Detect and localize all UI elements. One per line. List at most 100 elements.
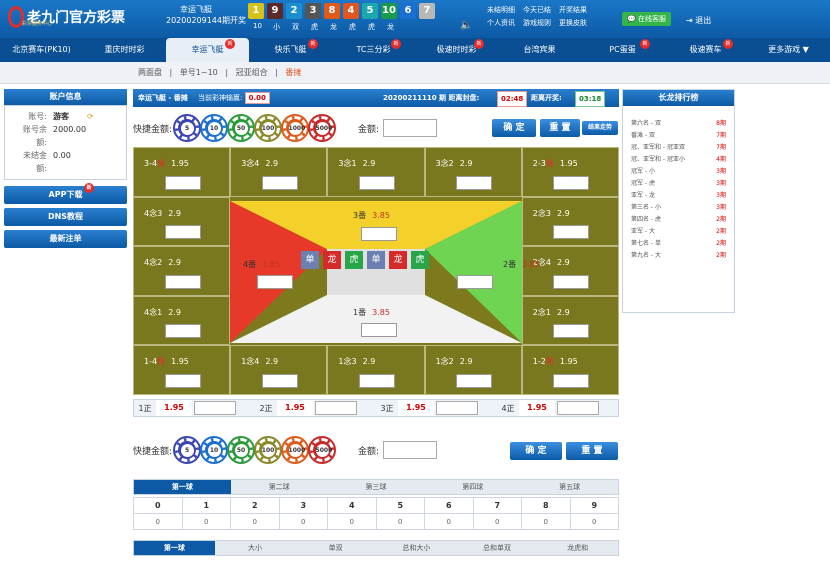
nav-tab[interactable]: PC蛋蛋新	[581, 38, 664, 62]
right-cell[interactable]: 2念4 2.9	[521, 246, 619, 296]
speaker-icon[interactable]: 🔈	[460, 20, 472, 31]
center-tile[interactable]: 虎	[345, 251, 363, 269]
fan-amount-input[interactable]	[361, 323, 397, 337]
cell-amount-input[interactable]	[164, 323, 201, 338]
cell-amount-input[interactable]	[456, 374, 493, 388]
cell-amount-input[interactable]	[553, 323, 590, 338]
center-tile[interactable]: 龙	[389, 251, 407, 269]
cell-amount-input[interactable]	[456, 176, 493, 190]
bottom-cell[interactable]: 1念4 2.9	[230, 345, 328, 395]
zheng-amount-input[interactable]	[194, 401, 236, 415]
nav-tab[interactable]: 幸运飞艇新	[166, 38, 249, 62]
zheng-cell[interactable]: 1正 1.95	[134, 400, 255, 416]
cell-amount-input[interactable]	[164, 225, 201, 240]
left-cell[interactable]: 4念1 2.9	[133, 295, 231, 345]
zheng-cell[interactable]: 2正 1.95	[255, 400, 376, 416]
stat-tab[interactable]: 第一球	[134, 541, 215, 555]
zheng-cell[interactable]: 4正 1.95	[497, 400, 618, 416]
cell-amount-input[interactable]	[553, 274, 590, 289]
stat-tab[interactable]: 总和单双	[457, 541, 538, 555]
left-cell[interactable]: 4念2 2.9	[133, 246, 231, 296]
nav-tab[interactable]: 更多游戏 ▼	[747, 38, 830, 62]
top-cell[interactable]: 3-4角 1.95	[133, 147, 231, 197]
stat-tab[interactable]: 总和大小	[376, 541, 457, 555]
logout-button[interactable]: ⇥ 退出	[686, 15, 711, 26]
amount-input[interactable]	[383, 441, 438, 459]
cell-amount-input[interactable]	[553, 225, 590, 240]
zheng-amount-input[interactable]	[436, 401, 478, 415]
fan-4[interactable]: 4番 3.85	[243, 259, 280, 270]
result-trend-button[interactable]: 结果走势	[582, 121, 618, 135]
amount-input[interactable]	[383, 119, 438, 137]
link-profile[interactable]: 个人资讯	[487, 19, 515, 27]
bottom-cell[interactable]: 1-2角 1.95	[521, 345, 619, 395]
bottom-cell[interactable]: 1念3 2.9	[327, 345, 425, 395]
top-cell[interactable]: 3念2 2.9	[424, 147, 522, 197]
chip-100[interactable]: 100	[254, 114, 283, 142]
center-tile[interactable]: 虎	[411, 251, 429, 269]
cell-amount-input[interactable]	[261, 374, 298, 388]
center-tile[interactable]: 龙	[323, 251, 341, 269]
bottom-cell[interactable]: 1-4角 1.95	[133, 345, 231, 395]
subnav-two-sides[interactable]: 两面盘	[138, 68, 162, 77]
link-skin[interactable]: 更换皮肤	[559, 19, 587, 27]
zheng-amount-input[interactable]	[315, 401, 357, 415]
cell-amount-input[interactable]	[358, 176, 395, 190]
cell-amount-input[interactable]	[553, 374, 590, 388]
right-cell[interactable]: 2念3 2.9	[521, 197, 619, 247]
online-service-button[interactable]: 💬 在线客服	[622, 12, 671, 26]
stat-tab[interactable]: 龙虎和	[537, 541, 618, 555]
left-cell[interactable]: 4念3 2.9	[133, 197, 231, 247]
latest-bets-button[interactable]: 最新注单	[4, 230, 127, 248]
ball-tab[interactable]: 第三球	[328, 480, 425, 494]
nav-tab[interactable]: TC三分彩新	[332, 38, 415, 62]
subnav-combo[interactable]: 冠亚组合	[236, 68, 268, 77]
chip-5[interactable]: 5	[173, 436, 202, 464]
chip-5000[interactable]: 5000	[308, 436, 337, 464]
top-cell[interactable]: 2-3角 1.95	[521, 147, 619, 197]
cell-amount-input[interactable]	[164, 274, 201, 289]
chip-100[interactable]: 100	[254, 436, 283, 464]
top-cell[interactable]: 3念4 2.9	[230, 147, 328, 197]
chip-50[interactable]: 50	[227, 114, 256, 142]
cell-amount-input[interactable]	[261, 176, 298, 190]
nav-tab[interactable]: 极速时时彩新	[415, 38, 498, 62]
reset-button[interactable]: 重 置	[540, 119, 580, 137]
nav-tab[interactable]: 极速赛车新	[664, 38, 747, 62]
cell-amount-input[interactable]	[164, 374, 201, 388]
ball-tab[interactable]: 第二球	[231, 480, 328, 494]
center-tile[interactable]: 单	[301, 251, 319, 269]
chip-10[interactable]: 10	[200, 114, 229, 142]
top-cell[interactable]: 3念1 2.9	[327, 147, 425, 197]
cell-amount-input[interactable]	[164, 176, 201, 190]
nav-tab[interactable]: 快乐飞艇新	[249, 38, 332, 62]
subnav-fantan[interactable]: 番摊	[285, 68, 301, 77]
fan-amount-input[interactable]	[457, 275, 493, 289]
nav-tab[interactable]: 北京赛车(PK10)	[0, 38, 83, 62]
nav-tab[interactable]: 台湾宾果	[498, 38, 581, 62]
zheng-amount-input[interactable]	[557, 401, 599, 415]
fan-amount-input[interactable]	[361, 227, 397, 241]
zheng-cell[interactable]: 3正 1.95	[376, 400, 497, 416]
ball-tab[interactable]: 第五球	[521, 480, 618, 494]
link-rules[interactable]: 游戏规则	[523, 19, 551, 27]
refresh-icon[interactable]: ⟳	[87, 110, 94, 123]
link-draw-results[interactable]: 开奖结果	[559, 6, 587, 14]
chip-10[interactable]: 10	[200, 436, 229, 464]
chip-50[interactable]: 50	[227, 436, 256, 464]
bottom-cell[interactable]: 1念2 2.9	[424, 345, 522, 395]
fan-1[interactable]: 1番 3.85	[353, 307, 390, 318]
cell-amount-input[interactable]	[358, 374, 395, 388]
fan-3[interactable]: 3番 3.85	[353, 210, 390, 221]
confirm-button[interactable]: 确 定	[510, 442, 562, 460]
app-download-button[interactable]: APP下载新	[4, 183, 127, 204]
chip-1000[interactable]: 1000	[281, 436, 310, 464]
fan-amount-input[interactable]	[257, 275, 293, 289]
fan-2[interactable]: 2番 3.85	[503, 259, 540, 270]
chip-5000[interactable]: 5000	[308, 114, 337, 142]
stat-tab[interactable]: 大小	[215, 541, 296, 555]
cell-amount-input[interactable]	[553, 176, 590, 190]
ball-tab[interactable]: 第一球	[134, 480, 231, 494]
right-cell[interactable]: 2念1 2.9	[521, 295, 619, 345]
confirm-button[interactable]: 确 定	[492, 119, 536, 137]
